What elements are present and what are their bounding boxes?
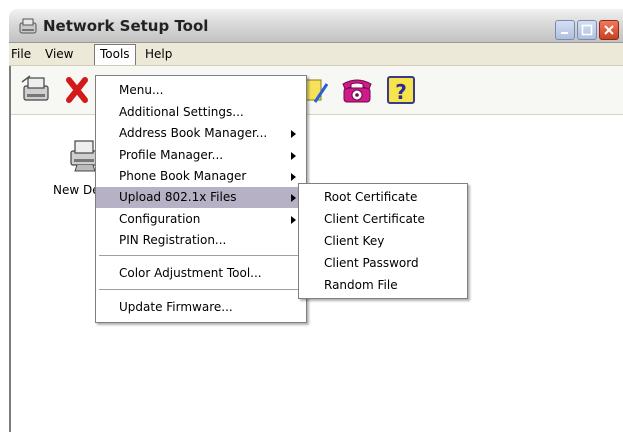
delete-icon[interactable] xyxy=(57,72,93,108)
menu-separator xyxy=(99,289,303,290)
menu-item-upload-8021x-files[interactable]: Upload 802.1x Files xyxy=(96,187,306,208)
submenu-item-random-file[interactable]: Random File xyxy=(299,274,467,296)
menu-separator xyxy=(99,255,303,256)
menu-file[interactable]: File xyxy=(11,47,31,61)
help-icon[interactable]: ? xyxy=(383,72,419,108)
left-border xyxy=(9,66,11,432)
submenu-arrow-icon xyxy=(291,152,296,160)
menu-item-address-book-manager[interactable]: Address Book Manager... xyxy=(96,123,306,144)
minimize-icon xyxy=(561,32,568,34)
menu-help[interactable]: Help xyxy=(145,47,172,61)
maximize-icon xyxy=(581,24,593,36)
new-device-icon[interactable] xyxy=(18,72,54,108)
submenu-item-client-password[interactable]: Client Password xyxy=(299,252,467,274)
window-title: Network Setup Tool xyxy=(43,17,209,35)
menu-item-update-firmware[interactable]: Update Firmware... xyxy=(96,297,306,318)
menu-item-profile-manager[interactable]: Profile Manager... xyxy=(96,145,306,166)
menu-tools[interactable]: Tools xyxy=(94,44,136,65)
tools-dropdown-menu: Menu... Additional Settings... Address B… xyxy=(95,75,307,323)
menu-item-phone-book-manager[interactable]: Phone Book Manager xyxy=(96,166,306,187)
submenu-arrow-icon xyxy=(291,173,296,181)
menu-item-additional-settings[interactable]: Additional Settings... xyxy=(96,102,306,123)
menu-bar: File View Tools Help xyxy=(9,43,623,66)
phone-icon[interactable] xyxy=(339,72,375,108)
svg-text:?: ? xyxy=(395,80,407,104)
menu-item-configuration[interactable]: Configuration xyxy=(96,209,306,230)
submenu-arrow-icon xyxy=(291,194,296,202)
submenu-item-client-certificate[interactable]: Client Certificate xyxy=(299,208,467,230)
close-icon xyxy=(604,25,614,35)
menu-view[interactable]: View xyxy=(45,47,73,61)
menu-item-pin-registration[interactable]: PIN Registration... xyxy=(96,230,306,251)
menu-item-menu[interactable]: Menu... xyxy=(96,80,306,101)
submenu-arrow-icon xyxy=(291,216,296,224)
close-button[interactable] xyxy=(599,20,619,40)
title-bar[interactable]: Network Setup Tool xyxy=(9,9,623,43)
upload-8021x-submenu: Root Certificate Client Certificate Clie… xyxy=(298,183,468,299)
submenu-arrow-icon xyxy=(291,130,296,138)
menu-item-color-adjustment-tool[interactable]: Color Adjustment Tool... xyxy=(96,263,306,284)
maximize-button[interactable] xyxy=(577,20,597,40)
submenu-item-client-key[interactable]: Client Key xyxy=(299,230,467,252)
network-app-icon xyxy=(19,18,37,34)
minimize-button[interactable] xyxy=(555,20,575,40)
submenu-item-root-certificate[interactable]: Root Certificate xyxy=(299,186,467,208)
